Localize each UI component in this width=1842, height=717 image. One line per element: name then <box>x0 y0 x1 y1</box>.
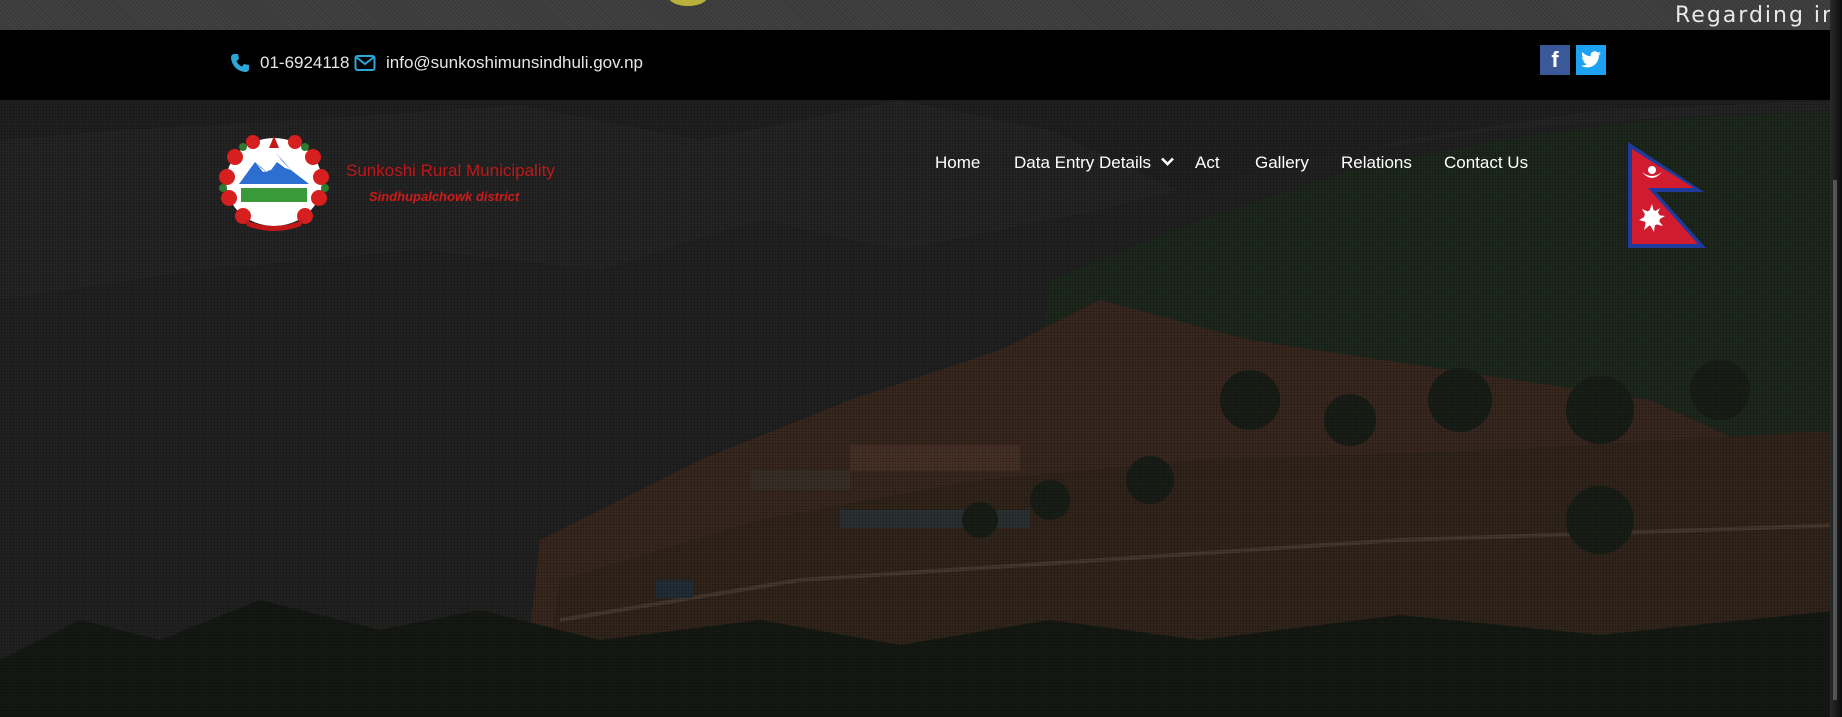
phone-icon <box>231 54 249 72</box>
chevron-down-icon <box>1160 157 1174 166</box>
twitter-link[interactable] <box>1576 45 1606 75</box>
municipality-emblem-logo[interactable] <box>215 132 333 234</box>
phone-number: 01-6924118 <box>260 53 350 72</box>
brand-subtitle: Sindhupalchowk district <box>369 189 520 204</box>
ticker-decoration <box>668 0 708 6</box>
facebook-icon: f <box>1551 47 1559 72</box>
contact-bar: 01-6924118 info@sunkoshimunsindhuli.gov.… <box>0 30 1842 100</box>
news-ticker: Regarding infor <box>0 0 1842 30</box>
ticker-text[interactable]: Regarding infor <box>1675 3 1842 28</box>
email-address: info@sunkoshimunsindhuli.gov.np <box>386 53 643 72</box>
nav-contact-us[interactable]: Contact Us <box>1444 153 1528 173</box>
contact-phone[interactable]: 01-6924118 <box>230 53 350 73</box>
envelope-icon <box>354 55 376 71</box>
twitter-icon <box>1581 51 1601 68</box>
nav-relations[interactable]: Relations <box>1341 153 1412 173</box>
nav-gallery[interactable]: Gallery <box>1255 153 1309 173</box>
nav-data-entry-label: Data Entry Details <box>1014 153 1151 172</box>
facebook-link[interactable]: f <box>1540 45 1570 75</box>
vertical-scrollbar[interactable] <box>1830 0 1842 717</box>
nav-act[interactable]: Act <box>1195 153 1220 173</box>
nepal-flag-icon <box>1628 142 1706 248</box>
nav-home[interactable]: Home <box>935 153 980 173</box>
brand-title[interactable]: Sunkoshi Rural Municipality <box>346 161 555 181</box>
contact-email[interactable]: info@sunkoshimunsindhuli.gov.np <box>354 53 643 73</box>
nav-data-entry-details[interactable]: Data Entry Details <box>1014 153 1174 173</box>
